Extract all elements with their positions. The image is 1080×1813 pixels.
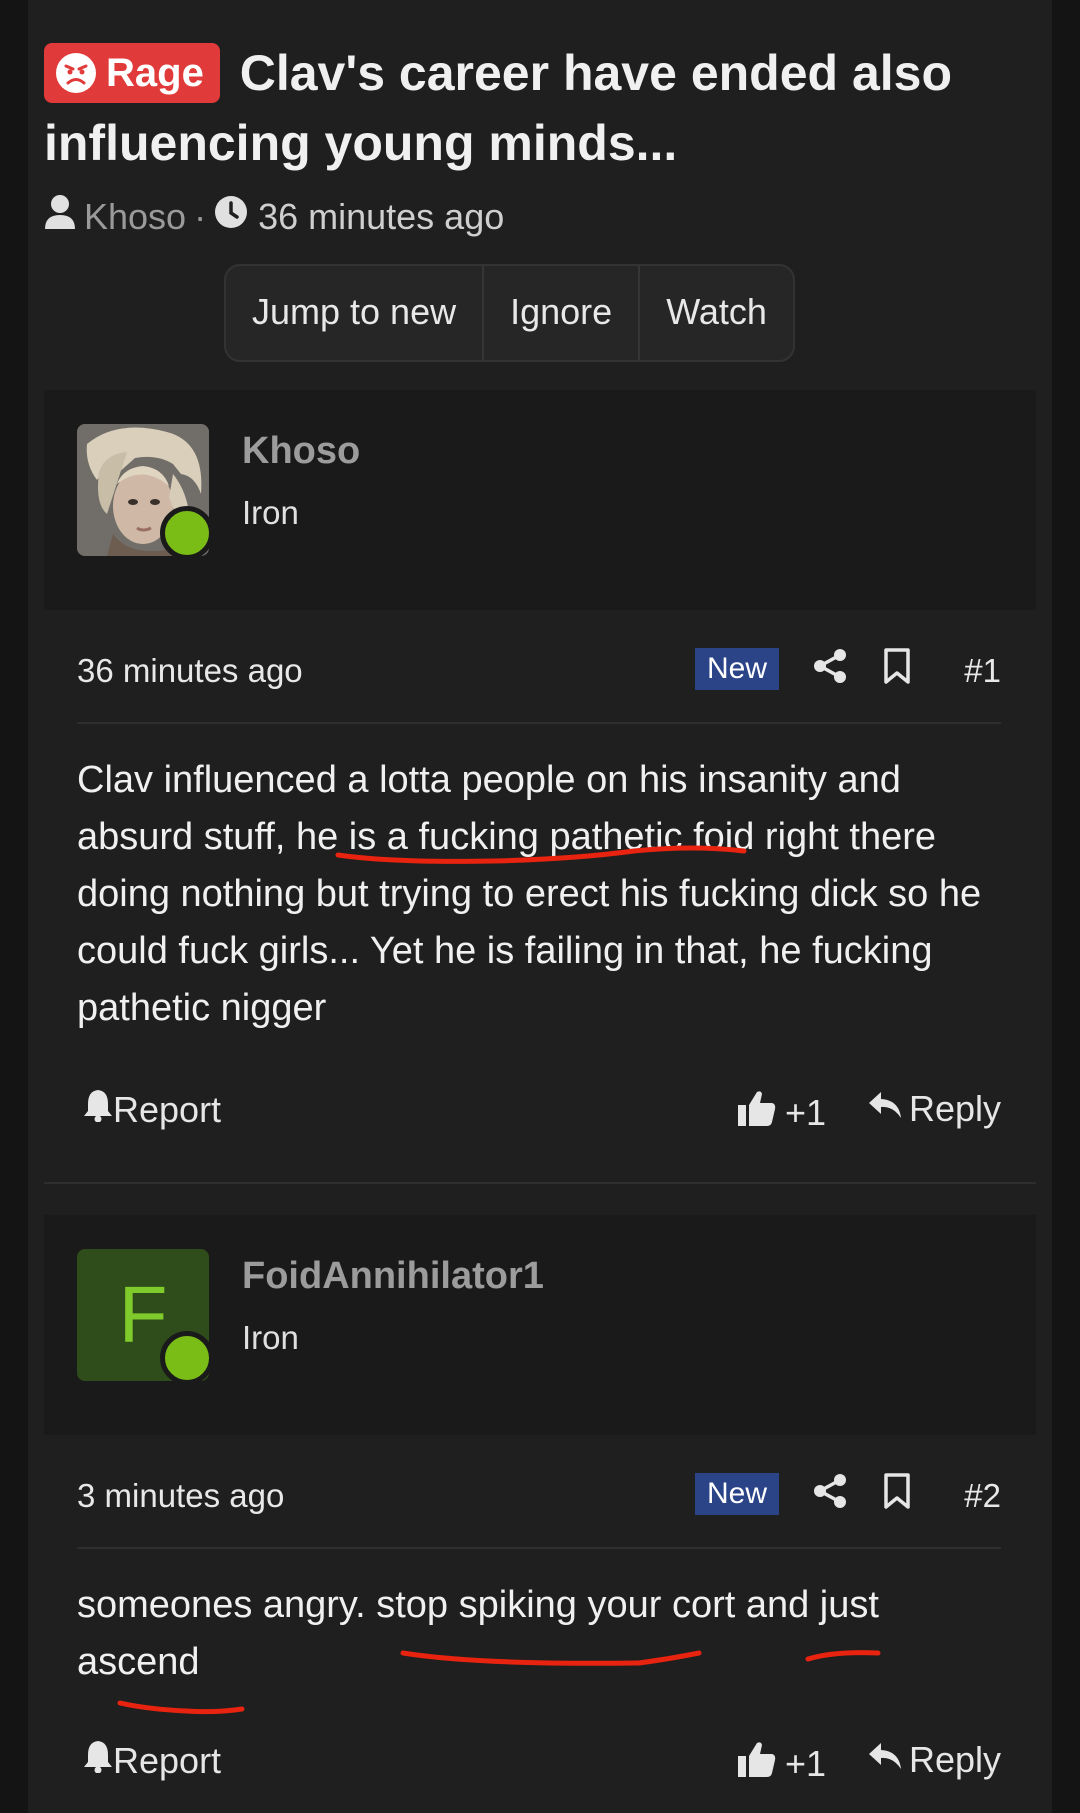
new-badge: New — [695, 1473, 780, 1515]
thread-title: Rage Clav's career have ended also influ… — [44, 38, 1004, 178]
thread-action-buttons: Jump to new Ignore Watch — [224, 264, 795, 362]
post-1: Khoso Iron 36 minutes ago New #1 Clav in… — [44, 390, 1036, 1180]
report-label: Report — [113, 1088, 222, 1130]
like-button[interactable]: +1 — [737, 1088, 826, 1137]
red-annotation-underline — [335, 845, 747, 864]
post-username[interactable]: Khoso — [242, 430, 360, 473]
thread-header: Rage Clav's career have ended also influ… — [44, 38, 1004, 239]
post-number[interactable]: #1 — [964, 652, 1001, 690]
report-button[interactable]: Report — [83, 1088, 221, 1131]
post-time[interactable]: 36 minutes ago — [77, 652, 303, 690]
ignore-button[interactable]: Ignore — [484, 266, 641, 360]
post-meta: 36 minutes ago New #1 — [77, 644, 1001, 704]
reply-button[interactable]: Reply — [867, 1088, 1001, 1130]
like-count: +1 — [785, 1742, 827, 1784]
thumbs-up-icon — [737, 1088, 777, 1137]
reply-icon — [867, 1739, 903, 1781]
thread-author-link[interactable]: Khoso — [84, 196, 186, 238]
like-count: +1 — [785, 1091, 827, 1133]
reply-label: Reply — [908, 1739, 1001, 1780]
post-user-block: F FoidAnnihilator1 Iron — [44, 1215, 1036, 1435]
watch-button[interactable]: Watch — [640, 266, 793, 360]
reply-button[interactable]: Reply — [867, 1739, 1001, 1781]
bookmark-icon[interactable] — [883, 648, 911, 692]
rage-prefix-badge[interactable]: Rage — [44, 43, 220, 103]
user-block-arrow — [144, 580, 208, 610]
reply-icon — [867, 1088, 903, 1130]
reply-label: Reply — [908, 1088, 1001, 1129]
bell-icon — [83, 1739, 113, 1782]
new-badge: New — [695, 648, 780, 690]
post-user-block: Khoso Iron — [44, 390, 1036, 610]
post-actions: Report +1 Reply — [77, 1739, 1001, 1789]
meta-separator: · — [194, 195, 207, 237]
online-status-indicator — [160, 506, 214, 560]
prefix-label: Rage — [106, 51, 204, 95]
post-meta: 3 minutes ago New #2 — [77, 1469, 1001, 1529]
thread-meta: Khoso · 36 minutes ago — [44, 194, 1004, 239]
share-icon[interactable] — [813, 648, 847, 692]
red-annotation-underline — [400, 1650, 702, 1666]
user-rank: Iron — [242, 1319, 299, 1356]
user-icon — [44, 194, 76, 239]
user-block-arrow — [144, 1405, 208, 1435]
report-button[interactable]: Report — [83, 1739, 221, 1782]
post-separator — [44, 1182, 1036, 1184]
report-label: Report — [113, 1739, 222, 1781]
red-annotation-underline — [805, 1650, 881, 1662]
bookmark-icon[interactable] — [883, 1473, 911, 1517]
bell-icon — [83, 1088, 113, 1131]
post-2: F FoidAnnihilator1 Iron 3 minutes ago Ne… — [44, 1215, 1036, 1813]
post-actions: Report +1 Reply — [77, 1088, 1001, 1138]
thread-time[interactable]: 36 minutes ago — [258, 196, 504, 238]
angry-face-icon — [56, 53, 96, 93]
post-divider — [77, 1547, 1001, 1549]
red-annotation-underline — [117, 1700, 245, 1715]
post-number[interactable]: #2 — [964, 1477, 1001, 1515]
thumbs-up-icon — [737, 1739, 777, 1788]
share-icon[interactable] — [813, 1473, 847, 1517]
online-status-indicator — [160, 1331, 214, 1385]
like-button[interactable]: +1 — [737, 1739, 826, 1788]
post-divider — [77, 722, 1001, 724]
post-body: Clav influenced a lotta people on his in… — [77, 759, 982, 1029]
post-username[interactable]: FoidAnnihilator1 — [242, 1255, 544, 1298]
clock-icon — [214, 195, 248, 238]
user-rank: Iron — [242, 494, 299, 531]
jump-to-new-button[interactable]: Jump to new — [226, 266, 485, 360]
post-time[interactable]: 3 minutes ago — [77, 1477, 284, 1515]
